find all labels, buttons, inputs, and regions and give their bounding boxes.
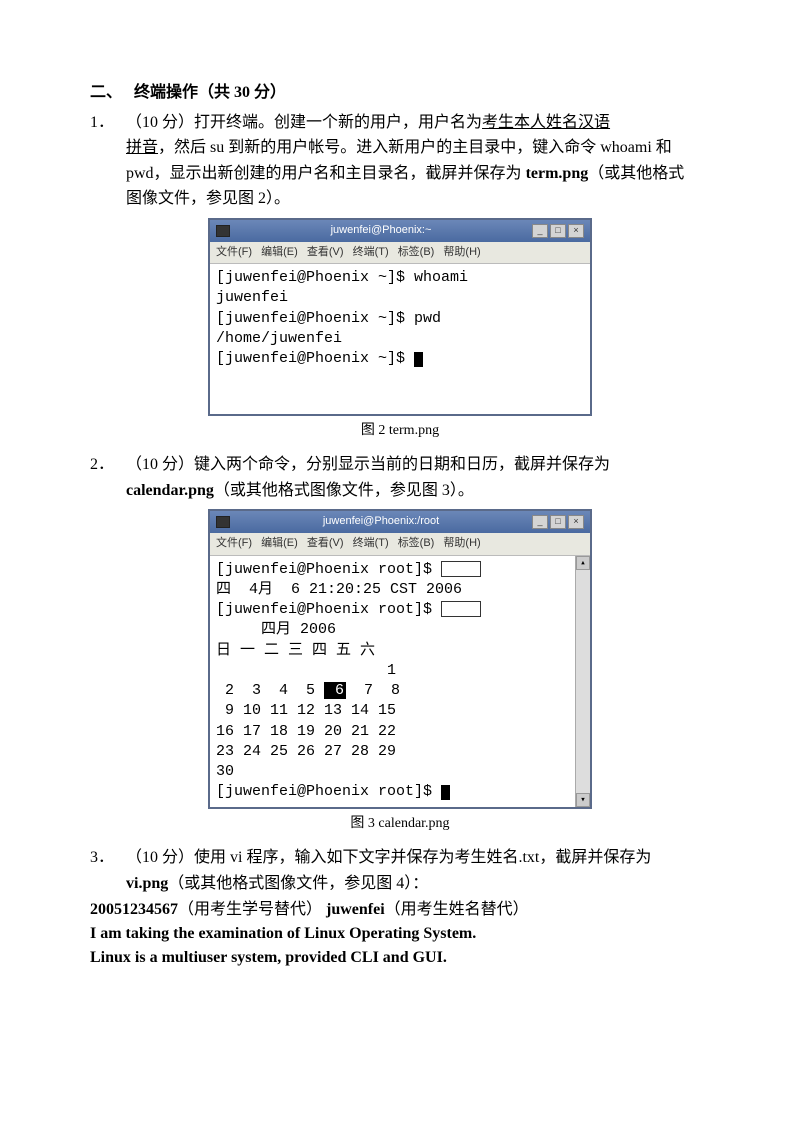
- menu-edit[interactable]: 编辑(E): [261, 537, 298, 549]
- close-button[interactable]: ×: [568, 515, 584, 529]
- cal-row-1: 1: [216, 662, 396, 679]
- vi-line-2: I am taking the examination of Linux Ope…: [90, 922, 710, 946]
- minimize-button[interactable]: _: [532, 224, 548, 238]
- menu-help[interactable]: 帮助(H): [443, 537, 480, 549]
- q1-body: （10 分）打开终端。创建一个新的用户，用户名为考生本人姓名汉语 拼音，然后 s…: [126, 110, 710, 212]
- q1-underline-1: 考生本人姓名汉语: [482, 114, 610, 131]
- menu-view[interactable]: 查看(V): [307, 537, 344, 549]
- q1-text-1: 打开终端。创建一个新的用户，用户名为: [194, 114, 482, 131]
- q3-number: 3．: [90, 845, 126, 896]
- student-name: juwenfei: [326, 901, 385, 918]
- q3-points: （10 分）: [126, 849, 194, 866]
- terminal-window-1: juwenfei@Phoenix:~ _ □ × 文件(F) 编辑(E) 查看(…: [208, 218, 592, 416]
- student-id: 20051234567: [90, 901, 178, 918]
- vi-line-3: Linux is a multiuser system, provided CL…: [90, 946, 710, 970]
- cal-row-4: 16 17 18 19 20 21 22: [216, 723, 396, 740]
- q2-text-2: （或其他格式图像文件，参见图 3）。: [214, 482, 474, 499]
- t2-prompt-2: [juwenfei@Phoenix root]$: [216, 601, 441, 618]
- menu-tabs[interactable]: 标签(B): [398, 246, 435, 258]
- close-button[interactable]: ×: [568, 224, 584, 238]
- cal-row-5: 23 24 25 26 27 28 29: [216, 743, 396, 760]
- q3-bold-1: vi.png: [126, 875, 168, 892]
- q1-points: （10 分）: [126, 114, 194, 131]
- section-heading: 二、 终端操作（共 30 分）: [90, 80, 710, 106]
- t2-prompt-3: [juwenfei@Phoenix root]$: [216, 783, 441, 800]
- student-id-note: （用考生学号替代）: [178, 901, 326, 918]
- menu-edit[interactable]: 编辑(E): [261, 246, 298, 258]
- student-name-note: （用考生姓名替代）: [385, 901, 529, 918]
- cal-title: 四月 2006: [216, 621, 336, 638]
- question-3: 3． （10 分）使用 vi 程序，输入如下文字并保存为考生姓名.txt，截屏并…: [90, 845, 710, 896]
- cal-row-2b: 7 8: [346, 682, 400, 699]
- t1-line-1: [juwenfei@Phoenix ~]$ whoami: [216, 269, 468, 286]
- cal-today: 6: [324, 682, 346, 699]
- cursor-icon: [441, 785, 450, 800]
- cal-row-6: 30: [216, 763, 234, 780]
- cal-row-2a: 2 3 4 5: [216, 682, 324, 699]
- q1-underline-2: 拼音: [126, 139, 158, 156]
- t1-line-5: [juwenfei@Phoenix ~]$: [216, 350, 414, 367]
- q1-bold-1: term.png: [526, 165, 589, 182]
- t2-date: 四 4月 6 21:20:25 CST 2006: [216, 581, 462, 598]
- section-title-text: 终端操作（共 30 分）: [134, 84, 286, 101]
- redacted-command-1: [441, 561, 481, 577]
- menu-terminal[interactable]: 终端(T): [353, 246, 389, 258]
- question-1: 1． （10 分）打开终端。创建一个新的用户，用户名为考生本人姓名汉语 拼音，然…: [90, 110, 710, 212]
- cal-row-3: 9 10 11 12 13 14 15: [216, 702, 396, 719]
- terminal-body-1[interactable]: [juwenfei@Phoenix ~]$ whoami juwenfei [j…: [210, 264, 590, 414]
- terminal-body-2[interactable]: [juwenfei@Phoenix root]$ 四 4月 6 21:20:25…: [210, 556, 590, 807]
- menu-tabs[interactable]: 标签(B): [398, 537, 435, 549]
- cal-head: 日 一 二 三 四 五 六: [216, 642, 375, 659]
- minimize-button[interactable]: _: [532, 515, 548, 529]
- scroll-up-button[interactable]: ▴: [576, 556, 590, 570]
- q2-number: 2．: [90, 452, 126, 503]
- titlebar-1: juwenfei@Phoenix:~ _ □ ×: [210, 220, 590, 242]
- cursor-icon: [414, 352, 423, 367]
- q3-text-2: （或其他格式图像文件，参见图 4）：: [168, 875, 428, 892]
- q2-points: （10 分）: [126, 456, 194, 473]
- window-title-1: juwenfei@Phoenix:~: [230, 222, 532, 240]
- question-2: 2． （10 分）键入两个命令，分别显示当前的日期和日历，截屏并保存为 cale…: [90, 452, 710, 503]
- redacted-command-2: [441, 601, 481, 617]
- scroll-down-button[interactable]: ▾: [576, 793, 590, 807]
- terminal-window-2: juwenfei@Phoenix:/root _ □ × 文件(F) 编辑(E)…: [208, 509, 592, 808]
- terminal-1-figure: juwenfei@Phoenix:~ _ □ × 文件(F) 编辑(E) 查看(…: [90, 218, 710, 416]
- section-number: 二、: [90, 84, 122, 101]
- t1-line-4: /home/juwenfei: [216, 330, 342, 347]
- menu-view[interactable]: 查看(V): [307, 246, 344, 258]
- maximize-button[interactable]: □: [550, 224, 566, 238]
- q2-text-1: 键入两个命令，分别显示当前的日期和日历，截屏并保存为: [194, 456, 610, 473]
- caption-2: 图 3 calendar.png: [90, 813, 710, 835]
- menu-help[interactable]: 帮助(H): [443, 246, 480, 258]
- window-title-2: juwenfei@Phoenix:/root: [230, 513, 532, 531]
- t1-line-3: [juwenfei@Phoenix ~]$ pwd: [216, 310, 441, 327]
- menu-terminal[interactable]: 终端(T): [353, 537, 389, 549]
- t2-prompt-1: [juwenfei@Phoenix root]$: [216, 561, 441, 578]
- t1-line-2: juwenfei: [216, 289, 288, 306]
- caption-1: 图 2 term.png: [90, 420, 710, 442]
- q3-body: （10 分）使用 vi 程序，输入如下文字并保存为考生姓名.txt，截屏并保存为…: [126, 845, 710, 896]
- q2-bold-1: calendar.png: [126, 482, 214, 499]
- menubar-2: 文件(F) 编辑(E) 查看(V) 终端(T) 标签(B) 帮助(H): [210, 533, 590, 556]
- q1-number: 1．: [90, 110, 126, 212]
- terminal-icon: [216, 225, 230, 237]
- maximize-button[interactable]: □: [550, 515, 566, 529]
- menu-file[interactable]: 文件(F): [216, 537, 252, 549]
- menu-file[interactable]: 文件(F): [216, 246, 252, 258]
- terminal-2-figure: juwenfei@Phoenix:/root _ □ × 文件(F) 编辑(E)…: [90, 509, 710, 808]
- vi-content: 20051234567（用考生学号替代） juwenfei（用考生姓名替代） I…: [90, 898, 710, 970]
- scrollbar[interactable]: ▴ ▾: [575, 556, 590, 807]
- menubar-1: 文件(F) 编辑(E) 查看(V) 终端(T) 标签(B) 帮助(H): [210, 242, 590, 265]
- terminal-icon: [216, 516, 230, 528]
- titlebar-2: juwenfei@Phoenix:/root _ □ ×: [210, 511, 590, 533]
- q3-text-1: 使用 vi 程序，输入如下文字并保存为考生姓名.txt，截屏并保存为: [194, 849, 651, 866]
- q2-body: （10 分）键入两个命令，分别显示当前的日期和日历，截屏并保存为 calenda…: [126, 452, 710, 503]
